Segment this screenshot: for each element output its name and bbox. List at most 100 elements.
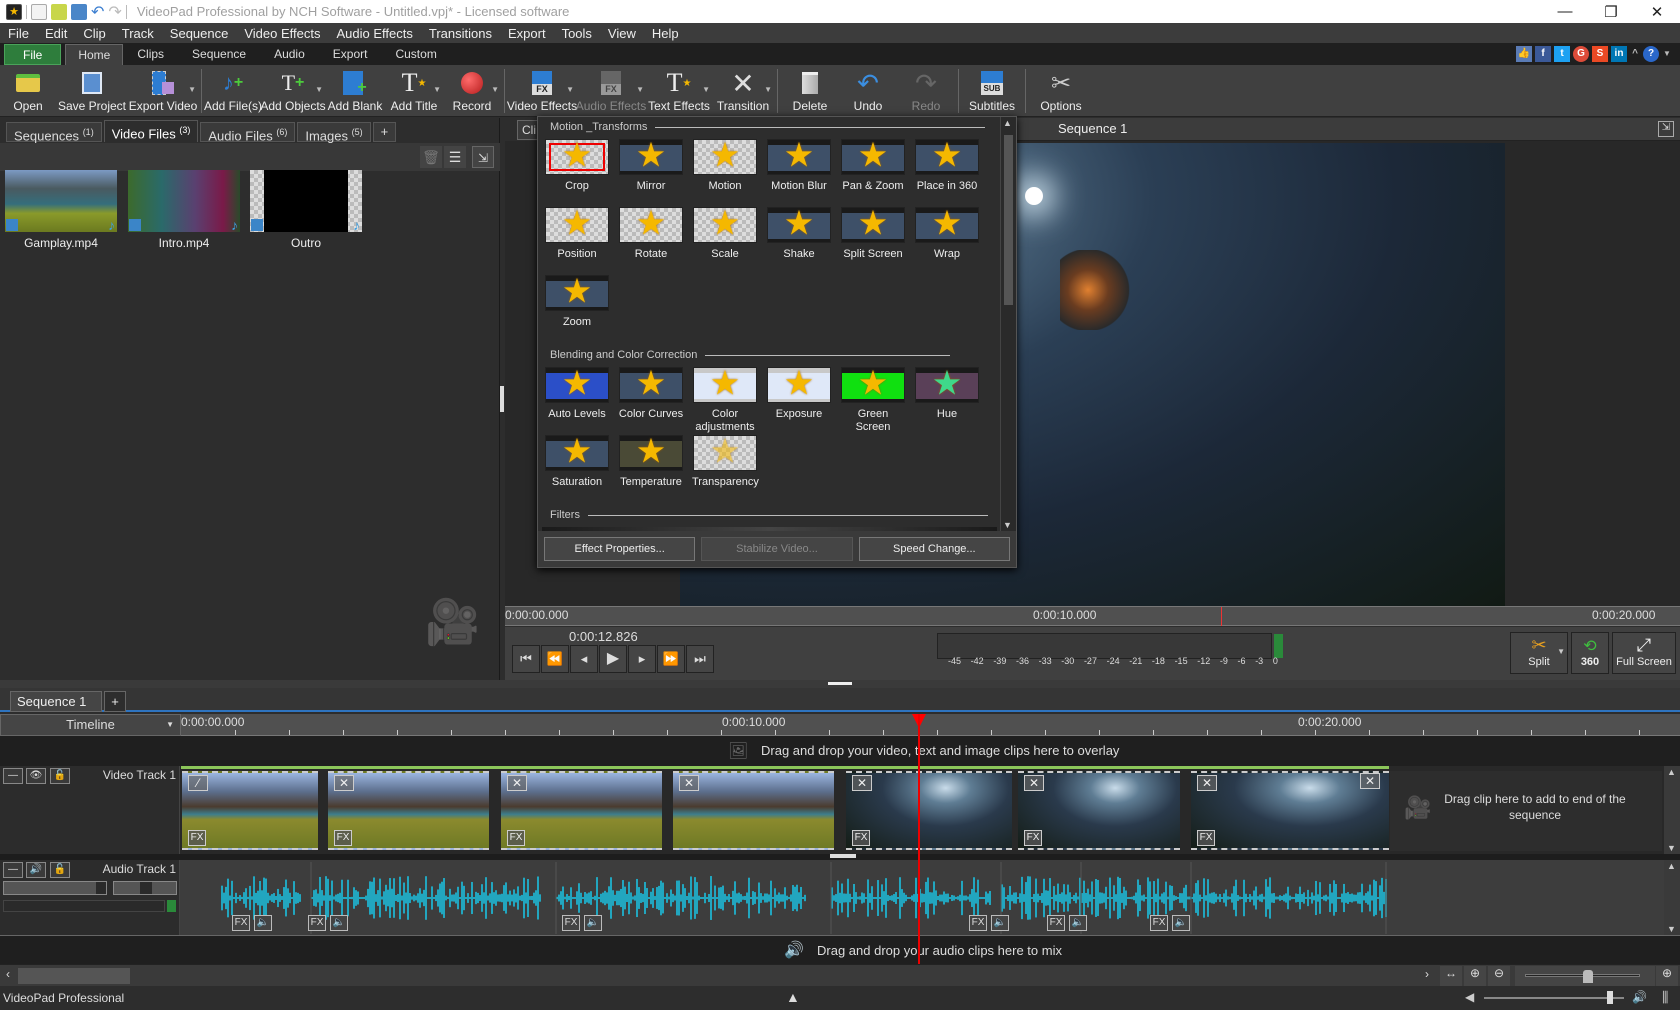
tab-video-files[interactable]: Video Files (3) xyxy=(103,120,199,142)
text-effects-button[interactable]: T ★ Text Effects ▼ xyxy=(646,65,712,117)
scroll-down-icon[interactable]: ▼ xyxy=(1667,924,1676,934)
fade-in-icon[interactable]: ⁄ xyxy=(188,775,208,791)
expand-panel-icon[interactable]: ▲ xyxy=(786,989,800,1005)
dropdown-arrow-icon[interactable]: ▼ xyxy=(188,85,196,94)
speaker-icon[interactable]: 🔊 xyxy=(26,862,46,878)
scroll-up-icon[interactable]: ▲ xyxy=(1667,767,1676,777)
add-files-button[interactable]: ♪ + Add File(s) xyxy=(204,65,262,117)
menu-clip[interactable]: Clip xyxy=(75,26,113,41)
help-icon[interactable]: ? xyxy=(1643,46,1659,62)
stumbleupon-icon[interactable]: S xyxy=(1592,46,1608,62)
menu-transitions[interactable]: Transitions xyxy=(421,26,500,41)
undo-icon[interactable]: ↶ xyxy=(91,2,104,22)
like-icon[interactable]: 👍 xyxy=(1516,46,1532,62)
scroll-up-icon[interactable]: ▲ xyxy=(1003,118,1012,128)
effect-green-screen[interactable]: ★ Green Screen xyxy=(840,367,906,434)
effect-motion[interactable]: ★ Motion xyxy=(692,139,758,193)
transition-icon[interactable]: ✕ xyxy=(852,775,872,791)
timeline-ruler[interactable]: 0:00:00.000 0:00:10.000 0:00:20.000 xyxy=(181,714,1680,736)
undo-button[interactable]: ↶ Undo xyxy=(839,65,897,117)
tab-file[interactable]: File xyxy=(4,44,62,65)
zoom-in-icon[interactable]: ⊕ xyxy=(1656,966,1678,986)
audio-fx-button[interactable]: FX xyxy=(1150,915,1168,931)
tab-sequence[interactable]: Sequence xyxy=(178,44,260,65)
effect-motion-blur[interactable]: ★ Motion Blur xyxy=(766,139,832,193)
close-button[interactable]: ✕ xyxy=(1634,3,1680,21)
tab-clip-preview[interactable]: Cli xyxy=(517,120,539,140)
scroll-thumb[interactable] xyxy=(18,968,130,984)
app-logo-icon[interactable]: ★ xyxy=(6,3,22,20)
audio-volume-icon[interactable]: 🔈 xyxy=(330,915,348,931)
dropdown-arrow-icon[interactable]: ▼ xyxy=(491,85,499,94)
dropdown-arrow-icon[interactable]: ▼ xyxy=(566,85,574,94)
effect-place-in-360[interactable]: ★ Place in 360 xyxy=(914,139,980,193)
twitter-icon[interactable]: t xyxy=(1554,46,1570,62)
audio-volume-icon[interactable]: 🔈 xyxy=(254,915,272,931)
clip-fx-button[interactable]: FX xyxy=(507,830,525,846)
audio-fx-button[interactable]: FX xyxy=(1047,915,1065,931)
play-button[interactable]: ▶ xyxy=(599,645,627,673)
delete-button[interactable]: Delete xyxy=(781,65,839,117)
playhead-line[interactable] xyxy=(918,714,920,966)
subtitles-button[interactable]: SUB Subtitles xyxy=(962,65,1022,117)
split-dropdown-icon[interactable]: ▼ xyxy=(1557,647,1565,656)
track-volume-slider[interactable] xyxy=(3,881,107,895)
audio-volume-icon[interactable]: 🔈 xyxy=(584,915,602,931)
tab-custom[interactable]: Custom xyxy=(381,44,450,65)
redo-button[interactable]: ↷ Redo xyxy=(897,65,955,117)
video-effects-button[interactable]: FX Video Effects ▼ xyxy=(507,65,577,117)
slider-thumb[interactable] xyxy=(1607,991,1613,1004)
delete-media-icon[interactable]: 🗑 xyxy=(420,146,442,168)
transition-icon[interactable]: ✕ xyxy=(507,775,527,791)
audio-volume-icon[interactable]: 🔈 xyxy=(1069,915,1087,931)
save-icon[interactable] xyxy=(71,3,87,20)
dropdown-arrow-icon[interactable]: ▼ xyxy=(433,85,441,94)
splitter-grip[interactable] xyxy=(828,682,852,685)
clip-fx-button[interactable]: FX xyxy=(852,830,870,846)
effect-transparency[interactable]: ★ Transparency xyxy=(692,435,759,489)
effect-hue[interactable]: ★ Hue xyxy=(914,367,980,421)
add-sequence-button[interactable]: + xyxy=(104,691,126,712)
transition-icon[interactable]: ✕ xyxy=(1024,775,1044,791)
video-clip[interactable]: ✕ FX xyxy=(328,771,489,850)
audio-volume-icon[interactable]: 🔈 xyxy=(1172,915,1190,931)
menu-track[interactable]: Track xyxy=(114,26,162,41)
effect-auto-levels[interactable]: ★ Auto Levels xyxy=(544,367,610,421)
collapse-icon[interactable]: ^ xyxy=(1630,46,1640,62)
full-screen-button[interactable]: ⤢ Full Screen xyxy=(1612,632,1676,674)
effect-color-adjustments[interactable]: ★ Color adjustments xyxy=(692,367,758,434)
add-blank-button[interactable]: + Add Blank xyxy=(325,65,385,117)
zoom-to-selection-icon[interactable]: ⊕ xyxy=(1464,966,1486,986)
menu-audio-effects[interactable]: Audio Effects xyxy=(329,26,421,41)
mixer-icon[interactable]: ⫼ xyxy=(1662,989,1668,1006)
timeline-splitter[interactable] xyxy=(0,680,1680,688)
menu-view[interactable]: View xyxy=(600,26,644,41)
clip-fx-button[interactable]: FX xyxy=(334,830,352,846)
clip-fx-button[interactable]: FX xyxy=(1197,830,1215,846)
tab-export[interactable]: Export xyxy=(319,44,382,65)
scroll-left-icon[interactable]: ‹ xyxy=(6,967,10,981)
audio-fx-button[interactable]: FX xyxy=(562,915,580,931)
audio-fx-button[interactable]: FX xyxy=(232,915,250,931)
slider-thumb[interactable] xyxy=(96,882,106,894)
lock-icon[interactable]: 🔓 xyxy=(50,768,70,784)
slider-thumb[interactable] xyxy=(140,882,152,894)
undock-icon[interactable]: ⇲ xyxy=(472,146,494,168)
fit-timeline-icon[interactable]: ↔ xyxy=(1440,966,1462,986)
panel-resize-handle[interactable] xyxy=(500,386,504,412)
transition-button[interactable]: ✕ Transition ▼ xyxy=(712,65,774,117)
audio-effects-button[interactable]: FX Audio Effects ▼ xyxy=(576,65,646,117)
menu-edit[interactable]: Edit xyxy=(37,26,75,41)
timeline-mode-select[interactable]: Timeline ▼ xyxy=(0,714,181,736)
effect-wrap[interactable]: ★ Wrap xyxy=(914,207,980,261)
effect-split-screen[interactable]: ★ Split Screen xyxy=(840,207,906,261)
collapse-track-icon[interactable]: — xyxy=(3,862,23,878)
tab-sequences[interactable]: Sequences (1) xyxy=(6,122,102,143)
go-to-end-button[interactable]: ⏭ xyxy=(686,645,714,673)
effect-crop[interactable]: ★ Crop xyxy=(544,139,610,193)
scroll-down-icon[interactable]: ▼ xyxy=(1003,520,1012,530)
video-clip[interactable]: ⁄ FX xyxy=(182,771,318,850)
preview-ruler[interactable]: 0:00:00.000 0:00:10.000 0:00:20.000 xyxy=(505,606,1680,626)
zoom-out-icon[interactable]: ⊖ xyxy=(1488,966,1510,986)
effects-scrollbar[interactable]: ▲ ▼ xyxy=(1000,117,1016,531)
